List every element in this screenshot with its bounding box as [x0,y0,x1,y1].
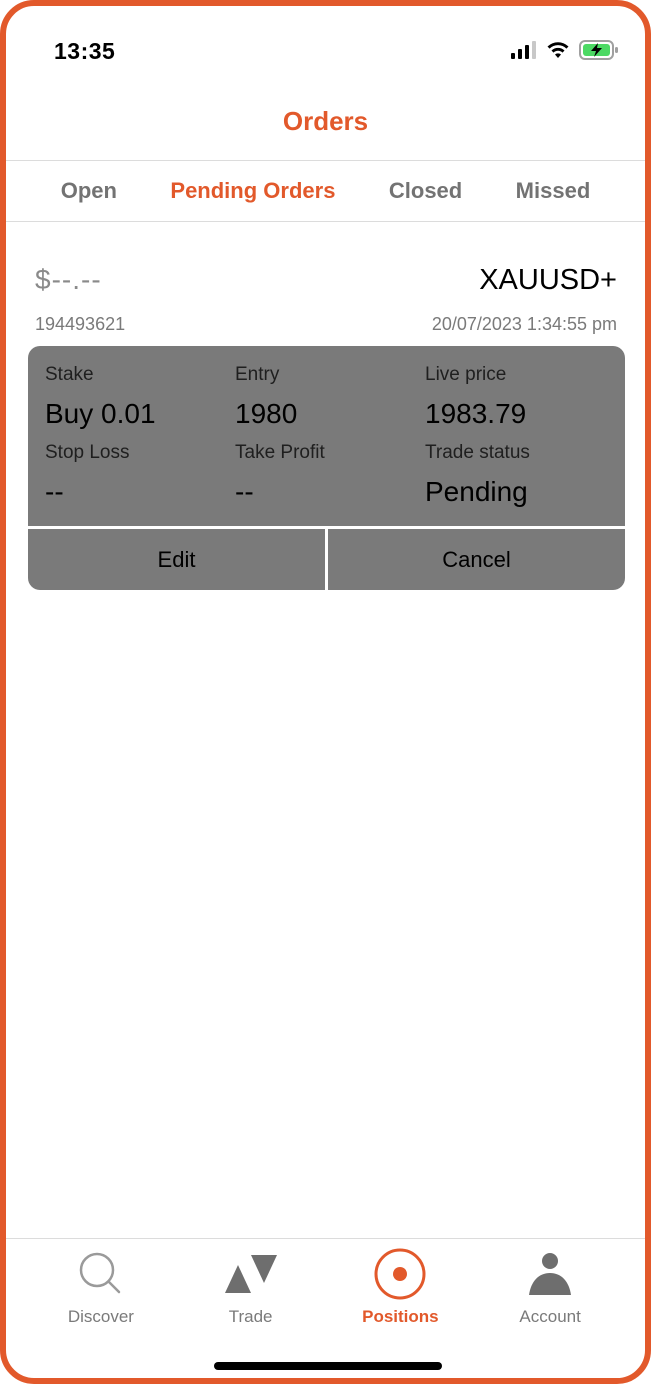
nav-label-trade: Trade [228,1307,273,1326]
edit-button[interactable]: Edit [28,529,325,590]
order-details-grid: Stake Buy 0.01 Entry 1980 Live price 198… [28,346,625,526]
signal-icon [511,41,537,64]
status-icons [511,40,619,65]
live-price-value: 1983.79 [425,398,527,429]
live-price-label: Live price [425,364,507,385]
stop-loss-label: Stop Loss [45,442,130,463]
nav-label-discover: Discover [67,1307,134,1326]
stake-value: Buy 0.01 [45,398,156,429]
entry-value: 1980 [235,398,298,429]
nav-item-account[interactable]: Account [485,1249,615,1327]
app-frame: 13:35 Orders Open Pending Orders Closed … [0,0,651,1384]
nav-label-positions: Positions [362,1307,439,1326]
status-bar: 13:35 [6,6,645,96]
nav-item-trade[interactable]: Trade [186,1249,316,1327]
order-amount: $--.-- [35,264,102,295]
order-id: 194493621 [35,314,126,334]
wifi-icon [545,40,571,65]
order-datetime: 20/07/2023 1:34:55 pm [431,314,617,334]
nav-item-positions[interactable]: Positions [335,1248,465,1327]
positions-target-icon [372,1248,428,1300]
bottom-nav: Discover Trade Positions Account [6,1238,645,1338]
stop-loss-value: -- [45,476,64,507]
battery-charging-icon [579,40,619,65]
tab-closed[interactable]: Closed [389,178,462,204]
take-profit-value: -- [235,476,254,507]
person-icon [522,1249,578,1299]
trade-arrows-icon [223,1249,279,1299]
cancel-button[interactable]: Cancel [328,529,625,590]
order-card: Stake Buy 0.01 Entry 1980 Live price 198… [28,346,625,590]
tab-open[interactable]: Open [61,178,117,204]
home-indicator [214,1362,442,1370]
nav-label-account: Account [519,1307,581,1326]
order-symbol: XAUUSD+ [479,264,617,296]
page-title: Orders [282,106,369,136]
entry-label: Entry [235,364,280,385]
nav-item-discover[interactable]: Discover [36,1249,166,1327]
search-icon [73,1249,129,1299]
trade-status-value: Pending [425,476,528,507]
tab-pending-orders[interactable]: Pending Orders [170,178,335,204]
status-time: 13:35 [54,38,116,64]
take-profit-label: Take Profit [235,442,325,463]
trade-status-label: Trade status [425,442,530,463]
orders-tab-bar: Open Pending Orders Closed Missed [6,160,645,222]
tab-missed[interactable]: Missed [516,178,591,204]
stake-label: Stake [45,364,94,385]
